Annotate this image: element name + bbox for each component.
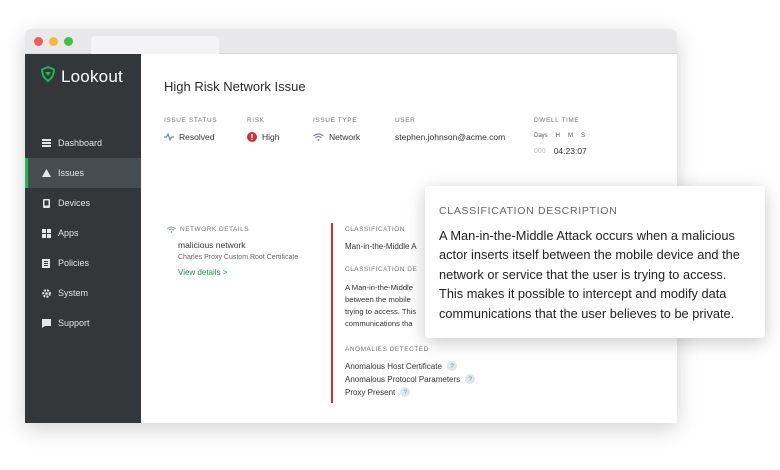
- sidebar-nav: Dashboard Issues Devices Apps Policies S…: [25, 128, 141, 338]
- document-icon: [41, 258, 51, 268]
- issue-status-value: Resolved: [164, 132, 214, 142]
- view-details-link[interactable]: View details >: [178, 268, 227, 277]
- description-line: between the mobile: [345, 295, 411, 304]
- anomaly-item: Anomalous Host Certificate ?: [345, 361, 457, 371]
- shield-icon: [40, 66, 56, 87]
- dwell-hms-value: 04:23:07: [553, 146, 587, 156]
- popover-line: network or service that the user is tryi…: [439, 266, 727, 282]
- sidebar-item-label: Policies: [58, 258, 90, 268]
- anomaly-text: Proxy Present: [345, 387, 396, 397]
- sidebar-item-label: Apps: [58, 228, 79, 238]
- risk-divider: [331, 223, 333, 403]
- description-line: A Man-in-the-Middle: [345, 283, 413, 292]
- anomaly-text: Anomalous Protocol Parameters: [345, 374, 461, 384]
- network-details-title: NETWORK DETAILS: [180, 226, 250, 233]
- classification-description-popover: Classification Description A Man-in-the-…: [425, 186, 765, 338]
- sidebar: Lookout Dashboard Issues Devices Apps Po…: [25, 54, 141, 423]
- browser-tab[interactable]: [91, 36, 219, 54]
- risk-value: High: [247, 132, 279, 142]
- sidebar-item-policies[interactable]: Policies: [25, 248, 141, 278]
- dwell-seconds-unit: S: [581, 133, 586, 139]
- popover-title: Classification Description: [439, 205, 618, 217]
- sidebar-item-label: Support: [58, 318, 90, 328]
- close-window-button[interactable]: [34, 37, 43, 46]
- alert-circle-icon: [247, 132, 257, 142]
- sidebar-item-support[interactable]: Support: [25, 308, 141, 338]
- maximize-window-button[interactable]: [64, 37, 73, 46]
- list-icon: [41, 138, 51, 148]
- sidebar-item-label: Devices: [58, 198, 91, 208]
- issue-status-text: Resolved: [179, 132, 215, 142]
- wifi-icon: [313, 133, 324, 141]
- classification-label: Classification: [345, 226, 405, 233]
- issue-status-label: Issue Status: [164, 117, 218, 124]
- sidebar-item-devices[interactable]: Devices: [25, 188, 141, 218]
- classification-value: Man-in-the-Middle A: [345, 242, 417, 251]
- risk-text: High: [262, 132, 280, 142]
- sidebar-item-system[interactable]: System: [25, 278, 141, 308]
- popover-line: This makes it possible to intercept and …: [439, 286, 727, 302]
- dwell-days-unit: Days: [534, 133, 548, 139]
- grid-icon: [41, 228, 51, 238]
- sidebar-item-apps[interactable]: Apps: [25, 218, 141, 248]
- chat-icon: [41, 318, 51, 328]
- anomaly-item: Proxy Present ?: [345, 387, 411, 397]
- popover-line: actor inserts itself between the mobile …: [439, 247, 740, 263]
- description-line: trying to access. This: [345, 307, 417, 316]
- dwell-hours-unit: H: [555, 133, 561, 139]
- issue-type-value: Network: [313, 132, 360, 142]
- pulse-icon: [164, 133, 174, 141]
- dwell-time-value: 000 04:23:07: [534, 146, 587, 156]
- issue-type-label: Issue Type: [313, 117, 358, 124]
- classification-description-label: Classification De: [345, 266, 418, 273]
- phone-icon: [41, 198, 51, 208]
- sidebar-item-label: Issues: [58, 168, 85, 178]
- certificate-name: Charles Proxy Custom Root Certificate: [178, 254, 299, 261]
- issue-type-text: Network: [329, 132, 361, 142]
- anomaly-item: Anomalous Protocol Parameters ?: [345, 374, 476, 384]
- window-titlebar: [25, 29, 677, 54]
- dwell-time-units: Days H M S: [534, 133, 593, 139]
- sidebar-item-label: System: [58, 288, 89, 298]
- warning-icon: [41, 168, 51, 178]
- brand-logo[interactable]: Lookout: [40, 66, 123, 87]
- help-icon[interactable]: ?: [465, 374, 476, 384]
- help-icon[interactable]: ?: [400, 387, 411, 397]
- anomaly-text: Anomalous Host Certificate: [345, 361, 442, 371]
- network-name: malicious network: [178, 240, 246, 250]
- popover-body: A Man-in-the-Middle Attack occurs when a…: [439, 226, 759, 323]
- sidebar-item-issues[interactable]: Issues: [25, 158, 141, 188]
- user-value: stephen.johnson@acme.com: [395, 132, 506, 142]
- wifi-icon: [167, 226, 176, 233]
- dwell-days-value: 000: [534, 147, 546, 155]
- sidebar-item-label: Dashboard: [58, 138, 103, 148]
- dwell-minutes-unit: M: [568, 133, 574, 139]
- anomalies-label: Anomalies Detected: [345, 346, 429, 353]
- risk-label: Risk: [247, 117, 265, 124]
- minimize-window-button[interactable]: [49, 37, 58, 46]
- network-details-label: NETWORK DETAILS: [167, 226, 249, 233]
- dwell-time-label: Dwell Time: [534, 117, 580, 124]
- gear-icon: [41, 288, 51, 298]
- brand-name: Lookout: [61, 66, 123, 86]
- help-icon[interactable]: ?: [446, 361, 457, 371]
- popover-line: communications that the user believes to…: [439, 305, 735, 321]
- page-title: High Risk Network Issue: [164, 79, 306, 94]
- sidebar-item-dashboard[interactable]: Dashboard: [25, 128, 141, 158]
- classification-description: A Man-in-the-Middle between the mobile t…: [345, 282, 425, 330]
- user-label: User: [395, 117, 416, 124]
- popover-line: A Man-in-the-Middle Attack occurs when a…: [439, 228, 735, 243]
- description-line: communications tha: [345, 319, 413, 328]
